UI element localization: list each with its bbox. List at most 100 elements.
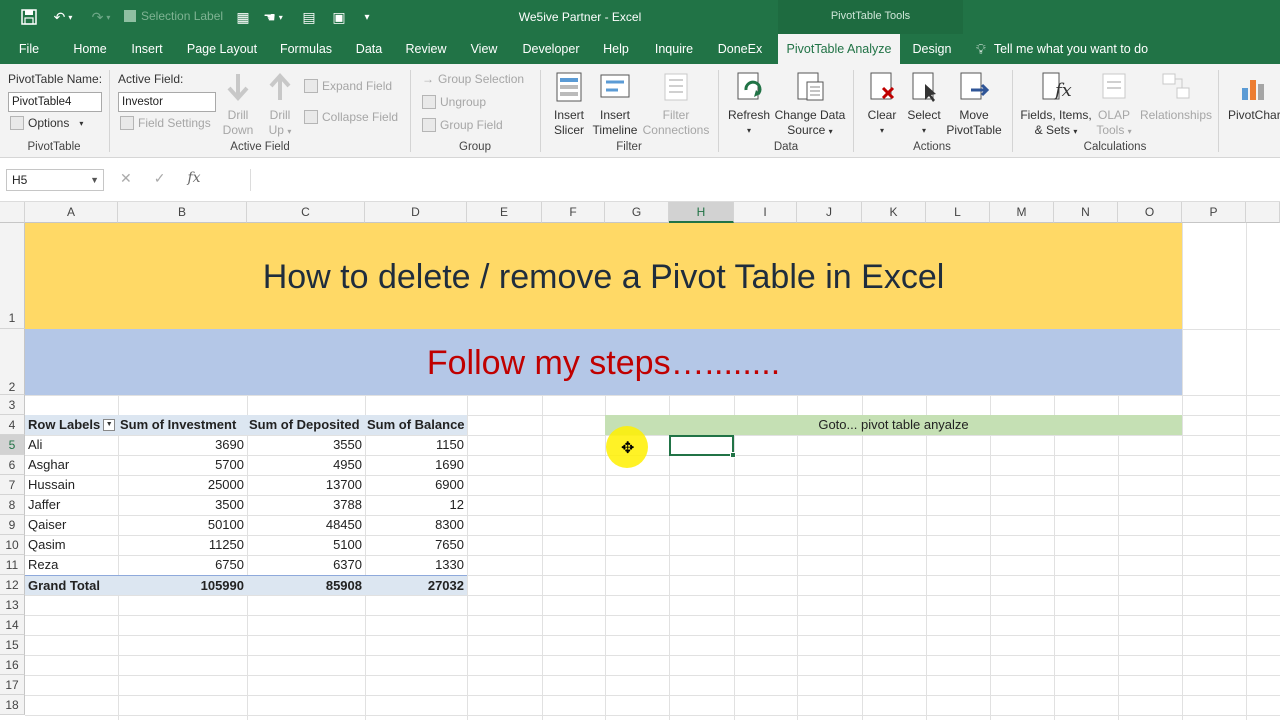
pivot-row-label[interactable]: Asghar: [25, 455, 118, 475]
change-data-source-button[interactable]: Change Data Source ▾: [774, 70, 846, 139]
chevron-down-icon[interactable]: ▼: [90, 170, 99, 190]
row-header[interactable]: 16: [0, 655, 25, 675]
options-button[interactable]: Options ▾: [10, 116, 83, 130]
pivot-row-label[interactable]: Jaffer: [25, 495, 118, 515]
clear-button[interactable]: Clear ▾: [862, 70, 902, 138]
pivot-value[interactable]: 3550: [247, 435, 365, 455]
row-header[interactable]: 2: [0, 329, 25, 395]
row-header[interactable]: 13: [0, 595, 25, 615]
group-field-button[interactable]: Group Field: [422, 118, 503, 132]
tab-help[interactable]: Help: [596, 34, 636, 64]
row-header[interactable]: 14: [0, 615, 25, 635]
row-header[interactable]: 15: [0, 635, 25, 655]
row-header[interactable]: 3: [0, 395, 25, 415]
pivot-grand-total-value[interactable]: 85908: [247, 575, 365, 595]
row-header[interactable]: 4: [0, 415, 25, 435]
pivot-row-label[interactable]: Hussain: [25, 475, 118, 495]
select-all-corner[interactable]: [0, 202, 25, 223]
row-header[interactable]: 10: [0, 535, 25, 555]
row-header[interactable]: 7: [0, 475, 25, 495]
pivot-value[interactable]: 8300: [365, 515, 467, 535]
pivot-header[interactable]: Sum of Balance: [365, 415, 467, 435]
row-header[interactable]: 12: [0, 575, 25, 595]
pivot-value[interactable]: 1690: [365, 455, 467, 475]
banner-title[interactable]: How to delete / remove a Pivot Table in …: [25, 223, 1182, 329]
col-header-l[interactable]: L: [926, 202, 990, 223]
col-header-d[interactable]: D: [365, 202, 467, 223]
goto-note-cell[interactable]: Goto... pivot table anyalze: [605, 415, 1182, 435]
refresh-button[interactable]: Refresh ▾: [726, 70, 772, 138]
row-header[interactable]: 17: [0, 675, 25, 695]
col-header-k[interactable]: K: [862, 202, 926, 223]
pivot-value[interactable]: 6900: [365, 475, 467, 495]
pivot-value[interactable]: 3690: [118, 435, 247, 455]
olap-tools-button[interactable]: OLAP Tools ▾: [1094, 70, 1134, 139]
pivot-value[interactable]: 48450: [247, 515, 365, 535]
col-header-a[interactable]: A: [25, 202, 118, 223]
worksheet-grid[interactable]: A B C D E F G H I J K L M N O P Q 1 2 3 …: [0, 202, 1280, 720]
col-header-c[interactable]: C: [247, 202, 365, 223]
pivottable-name-input[interactable]: PivotTable4: [8, 92, 102, 112]
tab-data[interactable]: Data: [348, 34, 390, 64]
pivot-value[interactable]: 12: [365, 495, 467, 515]
banner-subtitle[interactable]: Follow my steps…........: [25, 329, 1182, 395]
pivot-grand-total-value[interactable]: 27032: [365, 575, 467, 595]
cancel-icon[interactable]: ✕: [120, 170, 132, 190]
drill-up-button[interactable]: Drill Up ▾: [262, 70, 298, 139]
tab-pivottable-analyze[interactable]: PivotTable Analyze: [778, 34, 900, 64]
col-header-e[interactable]: E: [467, 202, 542, 223]
pivot-value[interactable]: 3788: [247, 495, 365, 515]
pivot-value[interactable]: 3500: [118, 495, 247, 515]
row-header[interactable]: 6: [0, 455, 25, 475]
active-field-input[interactable]: Investor: [118, 92, 216, 112]
ungroup-button[interactable]: Ungroup: [422, 95, 486, 109]
drill-down-button[interactable]: Drill Down: [220, 70, 256, 138]
tab-view[interactable]: View: [462, 34, 506, 64]
pivot-value[interactable]: 1330: [365, 555, 467, 575]
pivot-row-label[interactable]: Qasim: [25, 535, 118, 555]
filter-connections-button[interactable]: Filter Connections: [640, 70, 712, 138]
tab-file[interactable]: File: [10, 34, 48, 64]
select-button[interactable]: Select ▾: [904, 70, 944, 138]
pivot-grand-total-label[interactable]: Grand Total: [25, 575, 118, 595]
pivot-value[interactable]: 5700: [118, 455, 247, 475]
tab-inquire[interactable]: Inquire: [646, 34, 702, 64]
pivot-value[interactable]: 6370: [247, 555, 365, 575]
pivot-row-label[interactable]: Ali: [25, 435, 118, 455]
field-settings-button[interactable]: Field Settings: [120, 116, 211, 130]
col-header-m[interactable]: M: [990, 202, 1054, 223]
pivot-value[interactable]: 7650: [365, 535, 467, 555]
row-header[interactable]: 5: [0, 435, 25, 455]
col-header-g[interactable]: G: [605, 202, 669, 223]
pivot-value[interactable]: 50100: [118, 515, 247, 535]
active-cell-h5[interactable]: [669, 435, 736, 458]
pivot-grand-total-value[interactable]: 105990: [118, 575, 247, 595]
row-header[interactable]: 11: [0, 555, 25, 575]
filter-dropdown-icon[interactable]: ▼: [103, 418, 116, 431]
col-header-f[interactable]: F: [542, 202, 605, 223]
tab-home[interactable]: Home: [64, 34, 116, 64]
pivotchart-button[interactable]: PivotChart: [1226, 70, 1280, 123]
tab-page-layout[interactable]: Page Layout: [180, 34, 264, 64]
pivot-value[interactable]: 25000: [118, 475, 247, 495]
tab-developer[interactable]: Developer: [514, 34, 588, 64]
col-header-h[interactable]: H: [669, 202, 734, 223]
pivot-row-label[interactable]: Reza: [25, 555, 118, 575]
enter-icon[interactable]: ✓: [154, 170, 166, 190]
tab-formulas[interactable]: Formulas: [274, 34, 338, 64]
pivot-value[interactable]: 1150: [365, 435, 467, 455]
tab-insert[interactable]: Insert: [124, 34, 170, 64]
tab-review[interactable]: Review: [398, 34, 454, 64]
pivot-value[interactable]: 13700: [247, 475, 365, 495]
col-header-b[interactable]: B: [118, 202, 247, 223]
pivot-row-label[interactable]: Qaiser: [25, 515, 118, 535]
pivot-header[interactable]: Sum of Investment: [118, 415, 247, 435]
col-header-q[interactable]: Q: [1246, 202, 1280, 223]
formula-input[interactable]: [250, 169, 1280, 191]
col-header-p[interactable]: P: [1182, 202, 1246, 223]
pivot-header-row-labels[interactable]: Row Labels ▼: [25, 415, 118, 435]
pivot-header[interactable]: Sum of Deposited: [247, 415, 365, 435]
name-box[interactable]: H5 ▼: [6, 169, 104, 191]
insert-slicer-button[interactable]: Insert Slicer: [548, 70, 590, 138]
col-header-n[interactable]: N: [1054, 202, 1118, 223]
